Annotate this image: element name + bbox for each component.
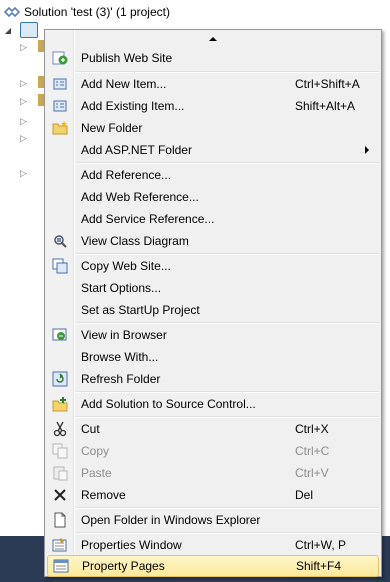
menu-item-label: Copy xyxy=(81,444,110,458)
refresh-icon xyxy=(52,371,68,387)
expand-arrow-icon[interactable]: ▷ xyxy=(20,168,27,179)
context-menu: Publish Web Site Add New Item... Ctrl+Sh… xyxy=(44,29,382,577)
menu-item-browse-with[interactable]: Browse With... xyxy=(47,346,379,368)
menu-item-shortcut: Ctrl+V xyxy=(295,466,329,480)
menu-item-set-startup-project[interactable]: Set as StartUp Project xyxy=(47,299,379,321)
source-control-icon xyxy=(52,396,68,412)
menu-item-label: Add Reference... xyxy=(81,168,172,182)
web-project-icon xyxy=(20,22,38,38)
open-folder-icon xyxy=(52,512,68,528)
menu-item-add-service-reference[interactable]: Add Service Reference... xyxy=(47,208,379,230)
menu-item-copy-web-site[interactable]: Copy Web Site... xyxy=(47,255,379,277)
remove-icon xyxy=(52,487,68,503)
menu-item-shortcut: Shift+Alt+A xyxy=(295,99,356,113)
menu-item-property-pages[interactable]: Property Pages Shift+F4 xyxy=(47,555,379,577)
menu-item-label: Publish Web Site xyxy=(81,51,173,65)
menu-item-label: Refresh Folder xyxy=(81,372,161,386)
properties-window-icon xyxy=(52,537,68,553)
property-pages-icon xyxy=(53,558,69,574)
folder-icon xyxy=(52,120,68,136)
copy-icon xyxy=(52,443,68,459)
publish-icon xyxy=(52,50,68,66)
menu-item-copy[interactable]: Copy Ctrl+C xyxy=(47,440,379,462)
menu-item-label: Start Options... xyxy=(81,281,162,295)
menu-item-shortcut: Del xyxy=(295,488,314,502)
menu-item-remove[interactable]: Remove Del xyxy=(47,484,379,506)
solution-title: Solution 'test (3)' (1 project) xyxy=(24,5,170,19)
menu-item-label: Paste xyxy=(81,466,112,480)
menu-item-label: Add Service Reference... xyxy=(81,212,215,226)
menu-item-add-reference[interactable]: Add Reference... xyxy=(47,164,379,186)
browser-icon xyxy=(52,327,68,343)
menu-item-label: View Class Diagram xyxy=(81,234,189,248)
menu-item-shortcut: Ctrl+W, P xyxy=(295,538,347,552)
menu-item-add-existing-item[interactable]: Add Existing Item... Shift+Alt+A xyxy=(47,95,379,117)
menu-item-label: Cut xyxy=(81,422,100,436)
menu-item-open-folder-in-explorer[interactable]: Open Folder in Windows Explorer xyxy=(47,509,379,531)
expand-arrow-icon[interactable]: ▷ xyxy=(20,116,27,127)
new-item-icon xyxy=(52,76,68,92)
menu-item-shortcut: Shift+F4 xyxy=(296,559,342,573)
menu-item-view-in-browser[interactable]: View in Browser xyxy=(47,324,379,346)
menu-item-label: Open Folder in Windows Explorer xyxy=(81,513,261,527)
submenu-arrow-icon xyxy=(365,146,369,154)
menu-item-refresh-folder[interactable]: Refresh Folder xyxy=(47,368,379,390)
expand-arrow-icon[interactable]: ▷ xyxy=(20,96,27,107)
menu-item-label: Set as StartUp Project xyxy=(81,303,200,317)
menu-item-shortcut: Ctrl+C xyxy=(295,444,330,458)
menu-item-properties-window[interactable]: Properties Window Ctrl+W, P xyxy=(47,534,379,556)
menu-item-label: Add Solution to Source Control... xyxy=(81,397,256,411)
menu-item-new-folder[interactable]: New Folder xyxy=(47,117,379,139)
menu-item-label: Add Web Reference... xyxy=(81,190,199,204)
expand-arrow-icon[interactable]: ▷ xyxy=(20,42,27,53)
menu-item-label: New Folder xyxy=(81,121,143,135)
menu-item-add-aspnet-folder[interactable]: Add ASP.NET Folder xyxy=(47,139,379,161)
expanded-arrow-icon[interactable]: ◢ xyxy=(2,26,14,35)
menu-item-label: Copy Web Site... xyxy=(81,259,171,273)
menu-item-start-options[interactable]: Start Options... xyxy=(47,277,379,299)
menu-item-add-web-reference[interactable]: Add Web Reference... xyxy=(47,186,379,208)
menu-item-label: View in Browser xyxy=(81,328,167,342)
menu-item-shortcut: Ctrl+X xyxy=(295,422,329,436)
menu-item-add-new-item[interactable]: Add New Item... Ctrl+Shift+A xyxy=(47,73,379,95)
menu-scroll-up-button[interactable] xyxy=(45,30,381,48)
existing-item-icon xyxy=(52,98,68,114)
scroll-up-arrow-icon xyxy=(209,37,217,41)
copy-web-icon xyxy=(52,258,68,274)
class-diagram-icon xyxy=(52,233,68,249)
paste-icon xyxy=(52,465,68,481)
menu-item-add-to-source-control[interactable]: Add Solution to Source Control... xyxy=(47,393,379,415)
menu-item-shortcut: Ctrl+Shift+A xyxy=(295,77,360,91)
menu-item-label: Browse With... xyxy=(81,350,159,364)
project-node[interactable]: ◢ xyxy=(2,22,38,38)
menu-item-paste[interactable]: Paste Ctrl+V xyxy=(47,462,379,484)
menu-item-label: Remove xyxy=(81,488,126,502)
menu-item-label: Add ASP.NET Folder xyxy=(81,143,192,157)
menu-item-publish-web-site[interactable]: Publish Web Site xyxy=(47,47,379,69)
expand-arrow-icon[interactable]: ▷ xyxy=(20,133,27,144)
menu-item-view-class-diagram[interactable]: View Class Diagram xyxy=(47,230,379,252)
expand-arrow-icon[interactable]: ▷ xyxy=(20,78,27,89)
scissors-icon xyxy=(52,421,68,437)
solution-icon xyxy=(4,5,20,19)
menu-item-cut[interactable]: Cut Ctrl+X xyxy=(47,418,379,440)
solution-node[interactable]: Solution 'test (3)' (1 project) xyxy=(4,4,170,20)
